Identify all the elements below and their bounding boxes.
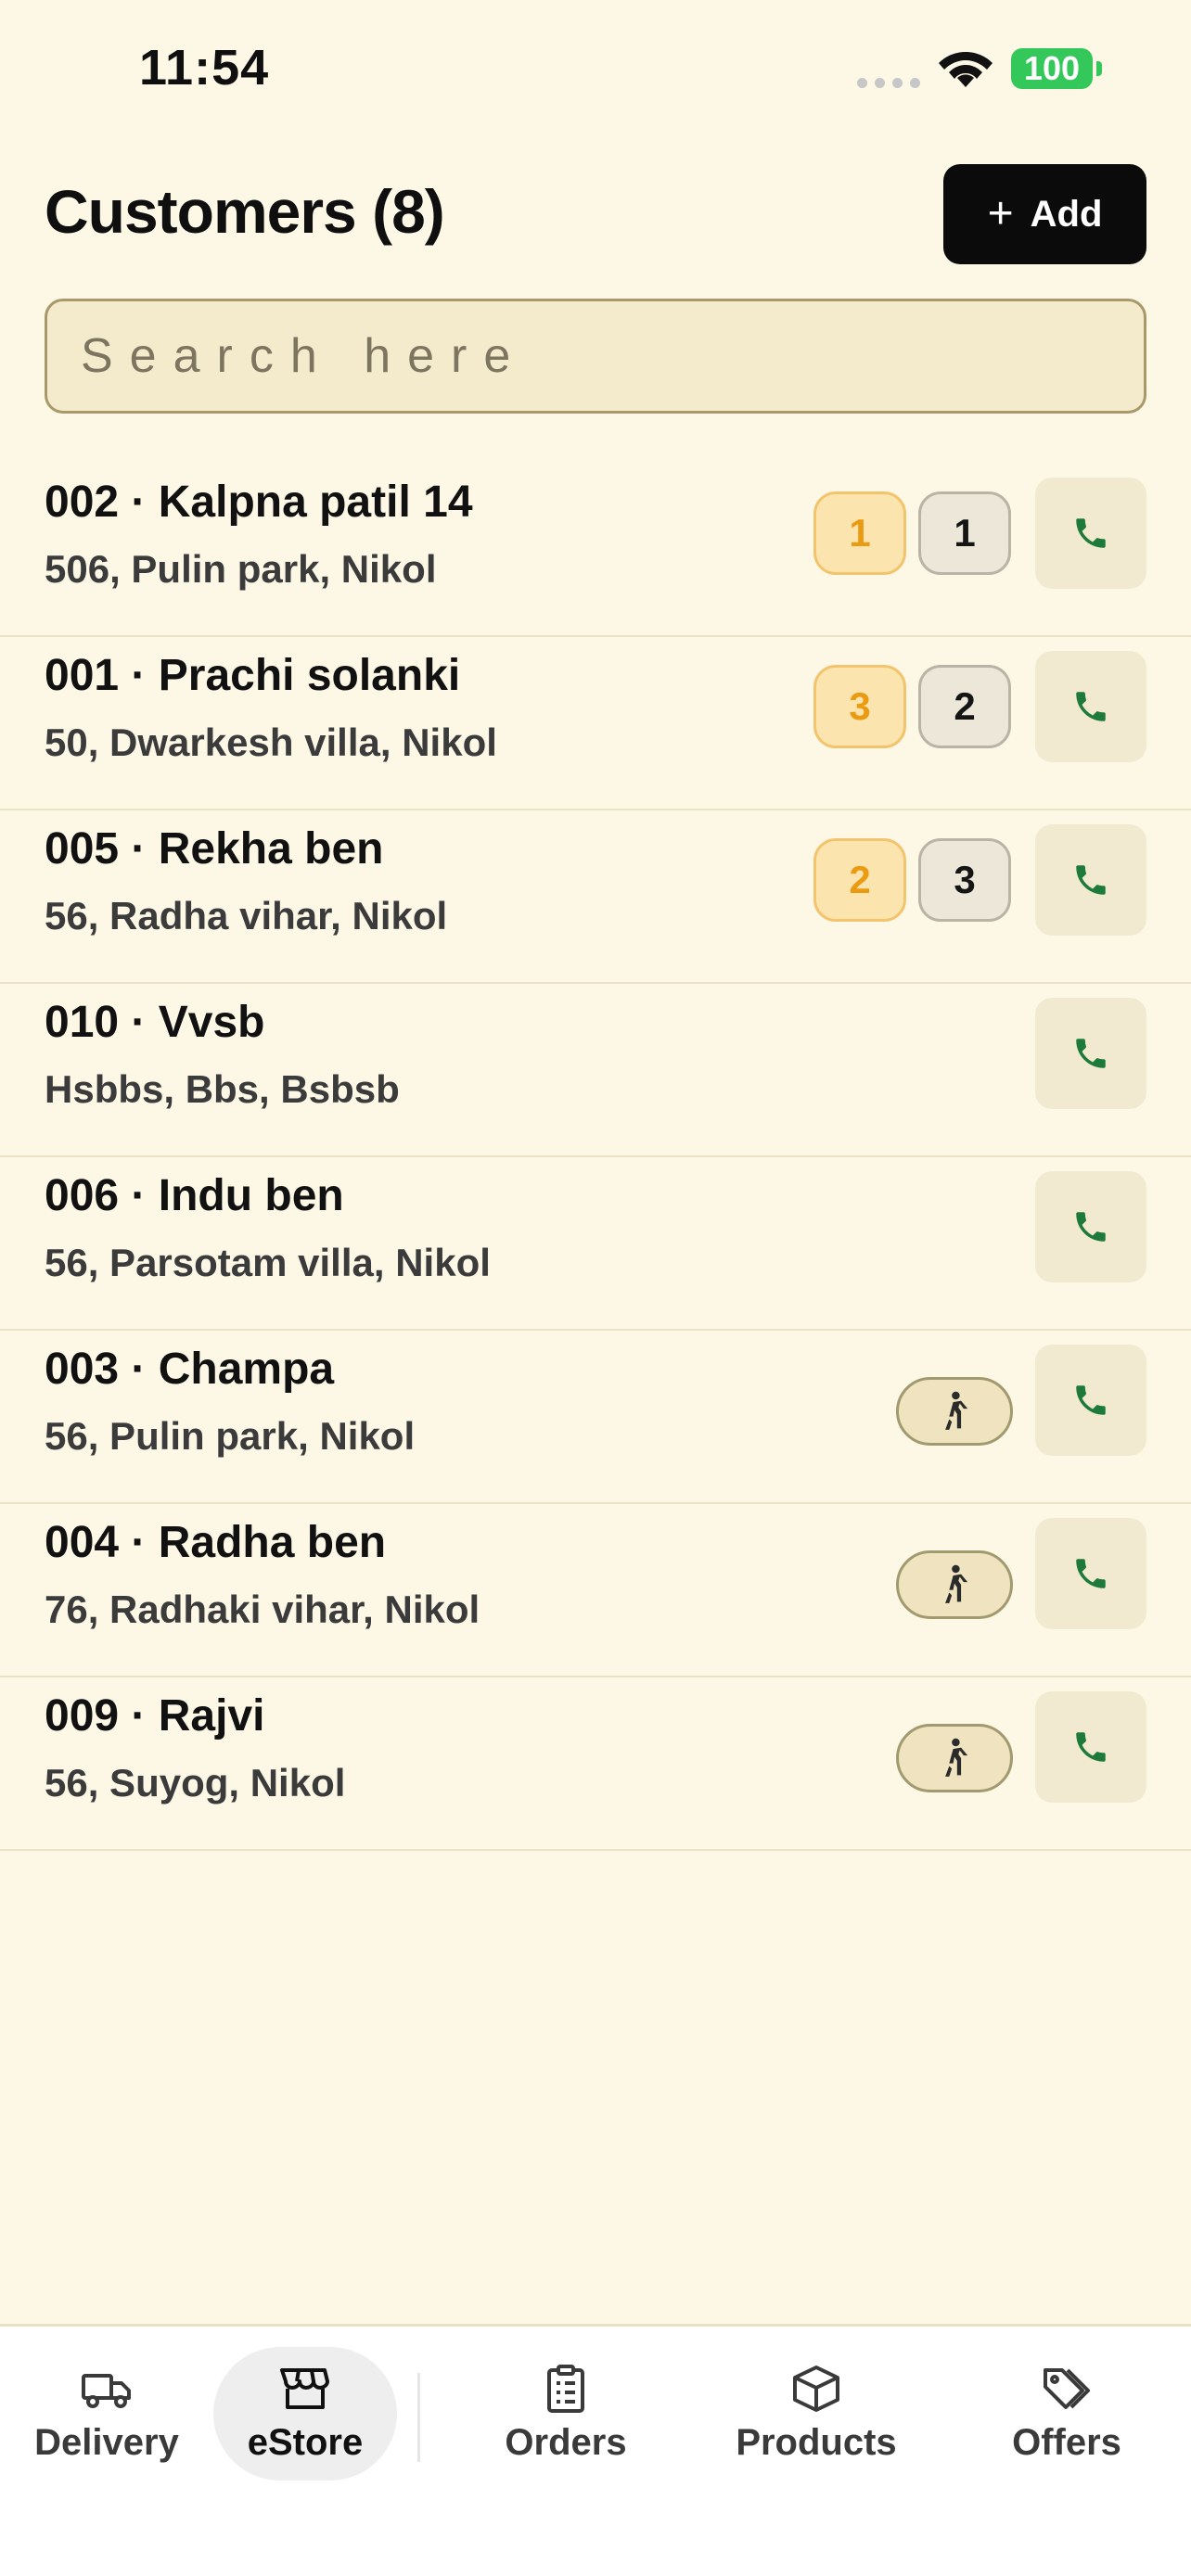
customer-row[interactable]: 005 · Rekha ben 56, Radha vihar, Nikol 2…: [0, 810, 1191, 984]
search-input[interactable]: [45, 299, 1146, 414]
call-button[interactable]: [1035, 824, 1146, 936]
customer-address: 76, Radhaki vihar, Nikol: [45, 1588, 480, 1631]
customer-address: 56, Radha vihar, Nikol: [45, 894, 448, 937]
customer-address: 50, Dwarkesh villa, Nikol: [45, 721, 497, 764]
count-badge[interactable]: 3: [918, 838, 1011, 922]
call-button[interactable]: [1035, 998, 1146, 1109]
pending-count-badge[interactable]: 1: [813, 491, 906, 575]
phone-icon: [1076, 1732, 1106, 1762]
customer-address: Hsbbs, Bbs, Bsbsb: [45, 1067, 400, 1111]
customer-name: 004 · Radha ben: [45, 1518, 387, 1567]
phone-icon: [1076, 1385, 1106, 1415]
nav-offers[interactable]: Offers: [988, 2347, 1146, 2480]
status-time: 11:54: [139, 40, 270, 96]
page-title: Customers (8): [45, 177, 445, 246]
status-bar: 11:54 100: [0, 0, 1191, 139]
tags-icon: [1044, 2367, 1090, 2409]
phone-icon: [1076, 692, 1106, 721]
truck-icon: [82, 2373, 131, 2408]
wifi-icon: [939, 52, 992, 87]
phone-icon: [1076, 865, 1106, 895]
bottom-nav: Delivery eStore Orders Products Offers: [0, 2324, 1191, 2576]
customer-name: 001 · Prachi solanki: [45, 651, 461, 700]
customer-list: 002 · Kalpna patil 14 506, Pulin park, N…: [0, 464, 1191, 1851]
clipboard-list-icon: [547, 2364, 584, 2413]
call-button[interactable]: [1035, 478, 1146, 589]
add-customer-button[interactable]: + Add: [943, 164, 1146, 264]
walking-person-icon: [945, 1738, 968, 1777]
nav-orders[interactable]: Orders: [487, 2347, 645, 2480]
customer-name: 006 · Indu ben: [45, 1171, 344, 1220]
nav-label: eStore: [247, 2421, 364, 2463]
nav-label: Delivery: [34, 2421, 179, 2463]
customer-name: 010 · Vvsb: [45, 998, 265, 1047]
customer-row[interactable]: 004 · Radha ben 76, Radhaki vihar, Nikol: [0, 1504, 1191, 1677]
nav-label: Orders: [505, 2421, 627, 2463]
nav-products[interactable]: Products: [719, 2347, 914, 2480]
walk-in-badge[interactable]: [896, 1550, 1013, 1619]
call-button[interactable]: [1035, 1345, 1146, 1456]
customer-name: 005 · Rekha ben: [45, 824, 384, 874]
customer-address: 56, Pulin park, Nikol: [45, 1414, 416, 1458]
walking-person-icon: [945, 1391, 968, 1430]
pending-count-badge[interactable]: 3: [813, 665, 906, 748]
cellular-signal-icon: [857, 78, 920, 88]
call-button[interactable]: [1035, 1171, 1146, 1282]
phone-icon: [1076, 518, 1106, 548]
store-icon: [280, 2367, 329, 2409]
phone-icon: [1076, 1559, 1106, 1588]
customers-screen: 11:54 100 Customers (8) + Add 002 · Kalp…: [0, 0, 1191, 2576]
battery-level: 100: [1011, 48, 1093, 89]
nav-divider: [417, 2373, 420, 2462]
walk-in-badge[interactable]: [896, 1724, 1013, 1792]
phone-icon: [1076, 1039, 1106, 1068]
call-button[interactable]: [1035, 1518, 1146, 1629]
box-icon: [793, 2365, 839, 2412]
count-badge[interactable]: 1: [918, 491, 1011, 575]
pending-count-badge[interactable]: 2: [813, 838, 906, 922]
plus-icon: +: [987, 189, 1014, 238]
nav-estore[interactable]: eStore: [213, 2347, 397, 2480]
customer-row[interactable]: 010 · Vvsb Hsbbs, Bbs, Bsbsb: [0, 984, 1191, 1157]
battery-icon: 100: [1011, 48, 1102, 89]
nav-delivery[interactable]: Delivery: [28, 2347, 186, 2480]
nav-label: Products: [736, 2421, 897, 2463]
customer-name: 002 · Kalpna patil 14: [45, 478, 473, 527]
customer-row[interactable]: 001 · Prachi solanki 50, Dwarkesh villa,…: [0, 637, 1191, 810]
customer-name: 009 · Rajvi: [45, 1691, 265, 1741]
call-button[interactable]: [1035, 651, 1146, 762]
customer-row[interactable]: 009 · Rajvi 56, Suyog, Nikol: [0, 1677, 1191, 1851]
customer-row[interactable]: 006 · Indu ben 56, Parsotam villa, Nikol: [0, 1157, 1191, 1331]
customer-address: 506, Pulin park, Nikol: [45, 547, 437, 591]
call-button[interactable]: [1035, 1691, 1146, 1803]
customer-address: 56, Suyog, Nikol: [45, 1761, 346, 1804]
walking-person-icon: [945, 1564, 968, 1603]
phone-icon: [1076, 1212, 1106, 1242]
nav-label: Offers: [1012, 2421, 1121, 2463]
add-button-label: Add: [1030, 193, 1103, 235]
count-badge[interactable]: 2: [918, 665, 1011, 748]
customer-address: 56, Parsotam villa, Nikol: [45, 1241, 491, 1284]
walk-in-badge[interactable]: [896, 1377, 1013, 1446]
customer-name: 003 · Champa: [45, 1345, 335, 1394]
customer-row[interactable]: 002 · Kalpna patil 14 506, Pulin park, N…: [0, 464, 1191, 637]
customer-row[interactable]: 003 · Champa 56, Pulin park, Nikol: [0, 1331, 1191, 1504]
